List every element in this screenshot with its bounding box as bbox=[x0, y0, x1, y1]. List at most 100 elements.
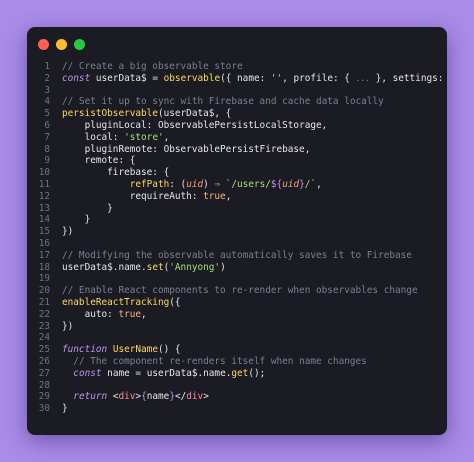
line-number: 7 bbox=[44, 131, 50, 143]
window-titlebar bbox=[27, 27, 447, 63]
code-token: // Create a big observable store bbox=[62, 61, 243, 72]
code-text: function UserName() { bbox=[62, 344, 181, 356]
line-number: 19 bbox=[38, 273, 50, 285]
code-token: } bbox=[62, 214, 91, 226]
code-token: , bbox=[163, 131, 170, 143]
code-line: 28 bbox=[27, 380, 447, 392]
line-number: 6 bbox=[44, 119, 50, 131]
code-token: firebase: { bbox=[62, 167, 170, 179]
line-number: 15 bbox=[38, 226, 50, 238]
code-token: div bbox=[186, 391, 204, 403]
code-token: const bbox=[62, 72, 91, 84]
code-token: ${ bbox=[270, 178, 283, 190]
code-text: const userData$ = observable({ name: '',… bbox=[62, 73, 447, 85]
code-token: // Set it up to sync with Firebase and c… bbox=[62, 96, 384, 108]
code-token: local: bbox=[62, 131, 125, 143]
code-window: 1 // Create a big observable store 2 const … bbox=[27, 27, 447, 435]
code-token: pluginRemote: ObservablePersistFirebase, bbox=[62, 143, 311, 155]
code-token: pluginLocal: ObservablePersistLocalStora… bbox=[62, 119, 328, 131]
code-token: observable bbox=[163, 72, 221, 84]
line-number: 30 bbox=[38, 403, 50, 415]
line-number: 4 bbox=[44, 96, 50, 108]
line-number: 11 bbox=[38, 178, 50, 190]
minimize-window-button[interactable] bbox=[56, 39, 67, 50]
code-token: remote: { bbox=[62, 155, 136, 167]
code-text: local: 'store', bbox=[62, 131, 170, 144]
code-token: ({ bbox=[169, 296, 181, 308]
code-line: 1 // Create a big observable store bbox=[27, 61, 447, 73]
code-line: 14 } bbox=[27, 214, 447, 226]
maximize-window-button[interactable] bbox=[74, 39, 85, 50]
code-line: 21 enableReactTracking({ bbox=[27, 297, 447, 309]
code-line: 7 local: 'store', bbox=[27, 132, 447, 144]
code-token: }) bbox=[62, 320, 74, 332]
code-token: name bbox=[146, 391, 170, 403]
code-token: refPath bbox=[129, 178, 170, 190]
code-line: 16 bbox=[27, 238, 447, 250]
code-text: // Set it up to sync with Firebase and c… bbox=[62, 96, 384, 108]
code-token: ({ name: bbox=[220, 72, 271, 84]
line-number: 24 bbox=[38, 332, 50, 344]
code-token: 'store' bbox=[124, 131, 164, 143]
code-token: uid bbox=[282, 178, 300, 190]
code-token: </ bbox=[174, 391, 187, 403]
code-token: // Enable React components to re-render … bbox=[62, 285, 418, 297]
code-line: 24 bbox=[27, 332, 447, 344]
line-number: 25 bbox=[38, 344, 50, 356]
code-text: persistObservable(userData$, { bbox=[62, 108, 231, 120]
code-token: return bbox=[73, 391, 108, 403]
line-number: 22 bbox=[38, 308, 50, 320]
code-token: , bbox=[141, 308, 147, 320]
code-token: userData$.name. bbox=[141, 367, 232, 379]
code-text: // Modifying the observable automaticall… bbox=[62, 250, 412, 262]
code-token: UserName bbox=[112, 344, 158, 356]
code-text: requireAuth: true, bbox=[62, 190, 232, 203]
code-token: 'Annyong' bbox=[169, 261, 221, 273]
code-token: persistObservable bbox=[62, 108, 158, 120]
code-text: } bbox=[62, 214, 91, 226]
code-token: enableReactTracking bbox=[62, 296, 170, 308]
code-text: }) bbox=[62, 321, 73, 333]
line-number: 26 bbox=[38, 355, 50, 367]
code-line: 10 firebase: { bbox=[27, 167, 447, 179]
code-token: set bbox=[146, 261, 164, 273]
line-number: 27 bbox=[38, 367, 50, 379]
code-text: pluginLocal: ObservablePersistLocalStora… bbox=[62, 119, 328, 132]
code-line: 27 const name = userData$.name.get(); bbox=[27, 368, 447, 380]
code-token: } bbox=[62, 202, 113, 214]
code-line: 18 userData$.name.set('Annyong') bbox=[27, 262, 447, 274]
code-line: 17 // Modifying the observable automatica… bbox=[27, 250, 447, 262]
line-number: 8 bbox=[44, 143, 50, 155]
line-number: 1 bbox=[44, 61, 50, 72]
code-line: 26 // The component re-renders itself wh… bbox=[27, 356, 447, 368]
code-token: () { bbox=[157, 344, 181, 356]
code-token: function bbox=[62, 344, 108, 356]
line-number: 18 bbox=[38, 261, 50, 273]
code-token: // Modifying the observable automaticall… bbox=[62, 249, 412, 261]
code-line: 23}) bbox=[27, 321, 447, 333]
code-token: }) bbox=[62, 226, 74, 238]
code-token: ) bbox=[220, 261, 226, 273]
code-token: div bbox=[118, 391, 136, 403]
code-token: uid bbox=[186, 178, 204, 190]
line-number: 10 bbox=[38, 167, 50, 179]
line-number: 21 bbox=[38, 296, 50, 308]
code-token: : ( bbox=[169, 178, 187, 190]
code-token: true bbox=[118, 308, 142, 320]
line-number: 13 bbox=[38, 202, 50, 214]
line-number: 3 bbox=[44, 84, 50, 96]
line-number: 23 bbox=[38, 320, 50, 332]
code-text: // Enable React components to re-render … bbox=[62, 285, 418, 297]
code-token: userData$ bbox=[90, 72, 153, 84]
line-number: 12 bbox=[38, 190, 50, 202]
close-window-button[interactable] bbox=[38, 39, 49, 50]
code-token: userData$.name. bbox=[62, 261, 147, 273]
code-token: requireAuth: bbox=[62, 190, 204, 202]
code-line: 30} bbox=[27, 403, 447, 415]
code-line: 20 // Enable React components to re-rende… bbox=[27, 285, 447, 297]
code-line: 3 bbox=[27, 85, 447, 97]
code-editor[interactable]: 1 // Create a big observable store 2 const … bbox=[27, 61, 447, 415]
line-number: 9 bbox=[44, 155, 50, 167]
code-text: firebase: { bbox=[62, 167, 169, 179]
